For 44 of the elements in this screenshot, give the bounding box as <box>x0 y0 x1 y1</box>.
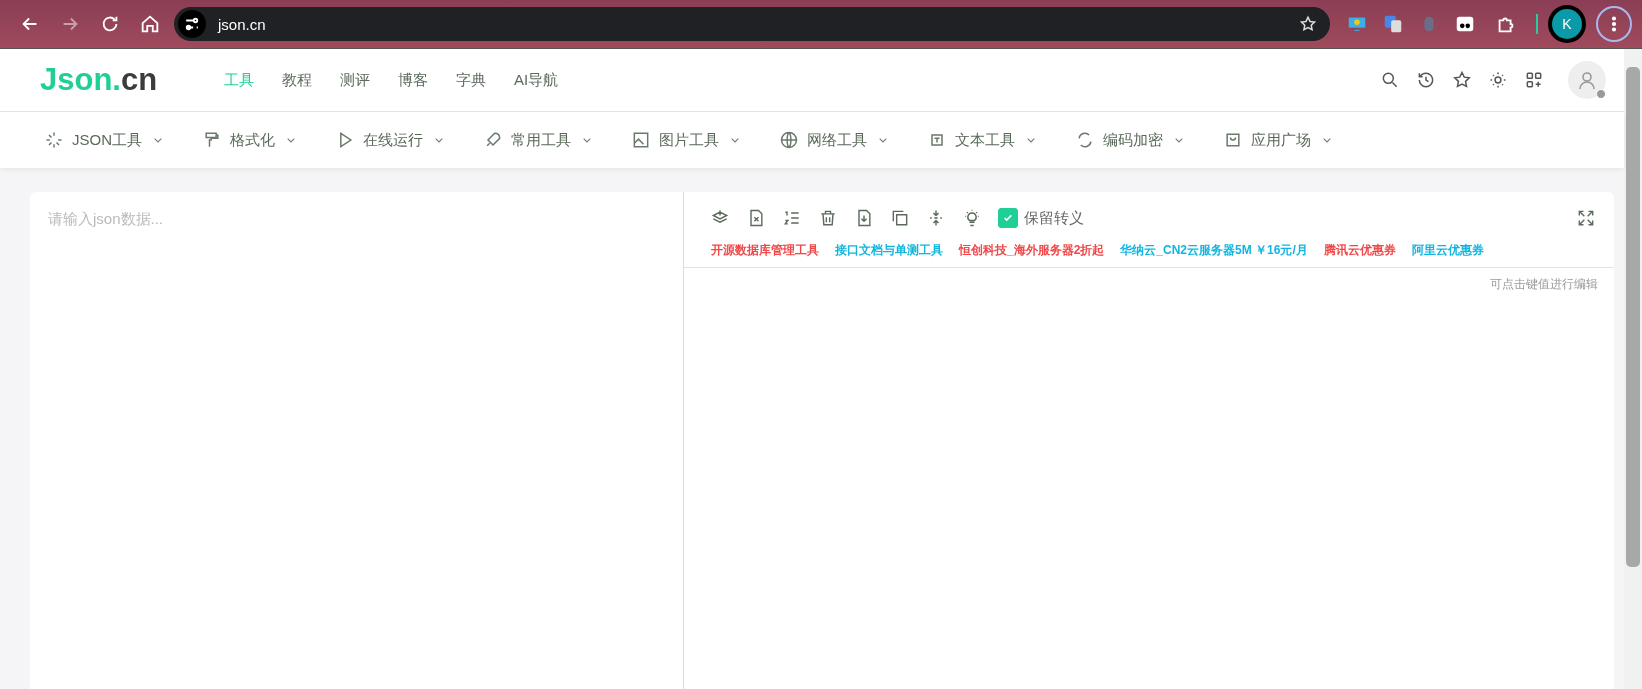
nav-link[interactable]: 测评 <box>340 70 370 90</box>
trash-icon[interactable] <box>818 208 838 228</box>
apps-icon[interactable] <box>1524 70 1544 90</box>
json-input-field[interactable]: 请输入json数据... <box>30 192 683 308</box>
nav-link[interactable]: 博客 <box>398 70 428 90</box>
ad-link[interactable]: 腾讯云优惠券 <box>1323 242 1396 259</box>
nav-link[interactable]: 教程 <box>282 70 312 90</box>
sparkle-icon <box>44 130 64 150</box>
tool-menu[interactable]: 格式化 <box>202 130 299 150</box>
nav-link[interactable]: AI导航 <box>514 70 559 90</box>
fullscreen-icon[interactable] <box>1576 208 1596 228</box>
tool-menu[interactable]: 应用广场 <box>1223 130 1335 150</box>
menu-icon[interactable] <box>1596 6 1632 42</box>
sun-icon[interactable] <box>1488 70 1508 90</box>
address-bar[interactable]: json.cn <box>174 7 1330 41</box>
star-icon[interactable] <box>1452 70 1472 90</box>
globe-icon <box>779 130 799 150</box>
site-settings-icon[interactable] <box>178 10 206 38</box>
lightbulb-icon[interactable] <box>962 208 982 228</box>
tool-menu[interactable]: 图片工具 <box>631 130 743 150</box>
paint-roller-icon <box>202 130 222 150</box>
copy-icon[interactable] <box>890 208 910 228</box>
checkbox[interactable] <box>998 208 1018 228</box>
escape-checkbox[interactable]: 保留转义 <box>998 208 1084 228</box>
user-avatar[interactable] <box>1568 61 1606 99</box>
nav-link[interactable]: 字典 <box>456 70 486 90</box>
edit-hint: 可点击键值进行编辑 <box>1489 276 1599 293</box>
tool-menu[interactable]: 常用工具 <box>483 130 595 150</box>
numbered-list-icon[interactable] <box>782 208 802 228</box>
ad-link[interactable]: 恒创科技_海外服务器2折起 <box>959 242 1105 259</box>
image-icon <box>631 130 651 150</box>
profile-avatar[interactable]: K <box>1552 9 1582 39</box>
bag-icon <box>1223 130 1243 150</box>
tool-menu[interactable]: 网络工具 <box>779 130 891 150</box>
tool-menu[interactable]: JSON工具 <box>44 130 166 150</box>
tool-menu[interactable]: 在线运行 <box>335 130 447 150</box>
url-text: json.cn <box>218 15 267 33</box>
scrollbar[interactable] <box>1624 49 1642 689</box>
tool-menu[interactable]: 编码加密 <box>1075 130 1187 150</box>
site-logo[interactable]: Json.cn <box>40 62 224 98</box>
history-icon[interactable] <box>1416 70 1436 90</box>
ad-link[interactable]: 开源数据库管理工具 <box>711 242 819 259</box>
tool-menu[interactable]: 文本工具 <box>927 130 1039 150</box>
search-icon[interactable] <box>1380 70 1400 90</box>
